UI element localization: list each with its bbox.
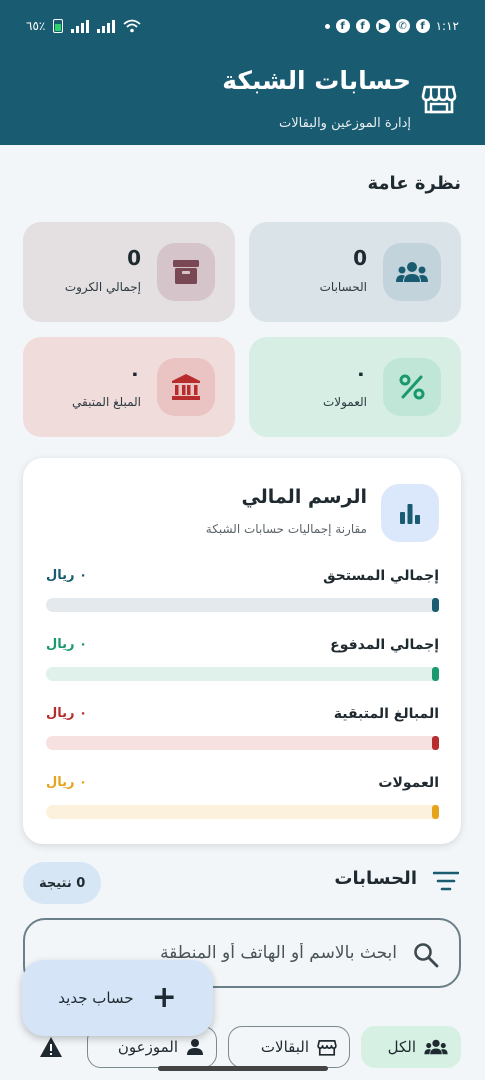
finance-bar-track xyxy=(46,805,439,819)
finance-row-label: إجمالي المستحق xyxy=(323,568,439,584)
finance-row-value: ٠ ريال xyxy=(46,637,87,652)
bar-chart-icon xyxy=(381,484,439,542)
filter-chip-all[interactable]: الكل xyxy=(361,1026,461,1068)
total-cards-label: إجمالي الكروت xyxy=(64,280,141,294)
person-icon xyxy=(187,1039,203,1055)
accounts-count: 0 xyxy=(353,246,367,270)
page-subtitle: إدارة الموزعين والبقالات xyxy=(279,116,411,131)
filter-chip-label: الموزعون xyxy=(117,1038,178,1056)
commissions-label: العمولات xyxy=(322,395,367,409)
overview-title: نظرة عامة xyxy=(367,173,462,194)
home-indicator[interactable] xyxy=(158,1066,328,1071)
archive-box-icon xyxy=(157,243,215,301)
status-bar-right: f f ▶ ✆ f ١:١٢ xyxy=(324,19,459,33)
finance-title: الرسم المالي xyxy=(241,486,367,508)
finance-row-label: المبالغ المتبقية xyxy=(333,706,439,722)
stat-card-total-cards[interactable]: 0 إجمالي الكروت xyxy=(23,222,235,322)
finance-chart-card: الرسم المالي مقارنة إجماليات حسابات الشب… xyxy=(23,458,461,844)
finance-bar-fill xyxy=(432,667,439,681)
battery-percent: ٦٥٪ xyxy=(26,19,46,33)
wifi-icon xyxy=(123,19,141,33)
status-bar: ٦٥٪ f f ▶ ✆ f ١:١٢ xyxy=(0,0,485,50)
facebook-icon-3: f xyxy=(415,19,430,33)
finance-row-label: إجمالي المدفوع xyxy=(330,637,439,653)
facebook-icon: f xyxy=(335,19,350,33)
finance-row-label: العمولات xyxy=(378,775,439,791)
people-icon xyxy=(424,1039,448,1055)
plus-icon: + xyxy=(151,980,177,1015)
accounts-title: الحسابات xyxy=(334,868,417,889)
total-cards-count: 0 xyxy=(127,246,141,270)
app-header: حسابات الشبكة إدارة الموزعين والبقالات xyxy=(0,50,485,145)
battery-icon xyxy=(53,19,64,33)
status-bar-left: ٦٥٪ xyxy=(26,19,141,33)
signal-icon-2 xyxy=(97,19,116,33)
fab-label: حساب جديد xyxy=(58,989,134,1007)
percent-icon xyxy=(383,358,441,416)
finance-bar-fill xyxy=(432,805,439,819)
stat-card-remaining[interactable]: ٠ المبلغ المتبقي xyxy=(23,337,235,437)
finance-row-total-paid: إجمالي المدفوع ٠ ريال xyxy=(46,637,439,687)
new-account-fab[interactable]: + حساب جديد xyxy=(22,960,213,1036)
bank-icon xyxy=(157,358,215,416)
finance-row-value: ٠ ريال xyxy=(46,706,87,721)
finance-subtitle: مقارنة إجماليات حسابات الشبكة xyxy=(205,522,367,536)
stat-card-accounts[interactable]: 0 الحسابات xyxy=(249,222,461,322)
finance-row-remaining: المبالغ المتبقية ٠ ريال xyxy=(46,706,439,756)
finance-bar-fill xyxy=(432,736,439,750)
warning-icon xyxy=(40,1037,62,1057)
search-icon xyxy=(414,943,439,968)
finance-bar-track xyxy=(46,736,439,750)
filter-sort-icon[interactable] xyxy=(433,870,459,892)
filter-chip-label: الكل xyxy=(387,1038,416,1056)
store-icon xyxy=(317,1040,337,1056)
accounts-label: الحسابات xyxy=(319,280,367,294)
finance-row-total-due: إجمالي المستحق ٠ ريال xyxy=(46,568,439,618)
signal-icon xyxy=(71,19,90,33)
finance-row-value: ٠ ريال xyxy=(46,568,87,583)
commissions-value: ٠ xyxy=(354,361,367,385)
finance-row-value: ٠ ريال xyxy=(46,775,87,790)
people-icon xyxy=(383,243,441,301)
finance-bar-fill xyxy=(432,598,439,612)
facebook-icon-2: f xyxy=(355,19,370,33)
filter-chip-label: البقالات xyxy=(260,1038,309,1056)
clock: ١:١٢ xyxy=(435,19,459,33)
notification-dot-icon xyxy=(324,23,330,29)
music-app-icon: ▶ xyxy=(375,19,390,33)
remaining-value: ٠ xyxy=(128,361,141,385)
page-title: حسابات الشبكة xyxy=(222,66,411,95)
filter-chip-shops[interactable]: البقالات xyxy=(228,1026,350,1068)
finance-bar-track xyxy=(46,598,439,612)
store-icon xyxy=(421,85,457,114)
finance-bar-track xyxy=(46,667,439,681)
finance-row-commissions: العمولات ٠ ريال xyxy=(46,775,439,825)
stat-card-commissions[interactable]: ٠ العمولات xyxy=(249,337,461,437)
remaining-label: المبلغ المتبقي xyxy=(72,395,141,409)
whatsapp-icon: ✆ xyxy=(395,19,410,33)
result-count-badge: 0 نتيجة xyxy=(23,862,102,904)
